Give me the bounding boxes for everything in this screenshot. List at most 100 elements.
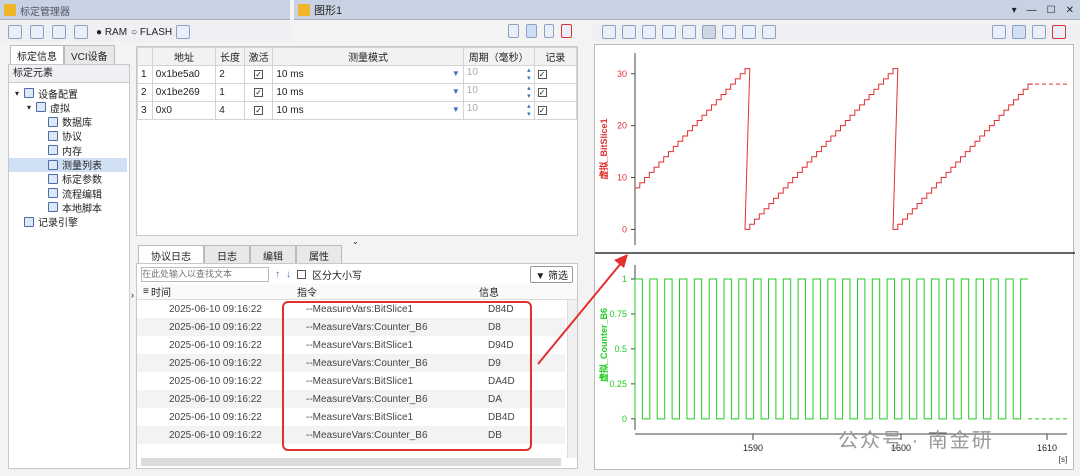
spinner-icon[interactable]: ▴ ▾: [527, 67, 531, 83]
device-icon[interactable]: [74, 25, 88, 39]
tree-item[interactable]: 流程编辑: [9, 186, 127, 201]
menu-dropdown-button[interactable]: ▾: [1012, 5, 1017, 16]
minimize-button[interactable]: —: [1027, 5, 1037, 16]
active-checkbox[interactable]: ✓: [254, 106, 264, 115]
refresh-icon[interactable]: [742, 25, 756, 39]
record-checkbox[interactable]: ✓: [537, 70, 547, 79]
axis-tool-6-icon[interactable]: [722, 25, 736, 39]
log-col-time[interactable]: 时间: [151, 284, 297, 299]
bottom-tab[interactable]: 协议日志: [138, 245, 204, 265]
active-cell[interactable]: ✓: [243, 101, 274, 120]
search-input[interactable]: [141, 266, 269, 282]
active-cell[interactable]: ✓: [243, 83, 274, 102]
axis-tool-5-icon[interactable]: [682, 25, 696, 39]
arrow-up-icon[interactable]: ↑: [275, 269, 280, 280]
flash-radio[interactable]: ○ FLASH: [131, 27, 172, 38]
maximize-button[interactable]: ☐: [1047, 5, 1056, 16]
len-cell[interactable]: 4: [215, 101, 245, 120]
chart-play-icon[interactable]: [992, 25, 1006, 39]
log-col-cmd[interactable]: 指令: [297, 284, 479, 299]
active-checkbox[interactable]: ✓: [254, 88, 264, 97]
measure-row[interactable]: 2 0x1be269 1 ✓ 10 ms ▼ 10 ▴ ▾ ✓: [137, 83, 578, 102]
bluetooth-icon[interactable]: [30, 25, 44, 39]
period-cell[interactable]: 10 ▴ ▾: [462, 83, 535, 102]
addr-cell[interactable]: 0x1be269: [151, 83, 217, 102]
measure-row[interactable]: 1 0x1be5a0 2 ✓ 10 ms ▼ 10 ▴ ▾ ✓: [137, 65, 578, 84]
axis-tool-4-icon[interactable]: [662, 25, 676, 39]
splitter-handle[interactable]: ⌄: [352, 237, 359, 246]
case-checkbox[interactable]: [297, 269, 306, 279]
tree-item[interactable]: 记录引擎: [9, 215, 127, 229]
arrow-down-icon[interactable]: ↓: [286, 269, 291, 280]
tree-item[interactable]: 测量列表: [9, 157, 127, 172]
period-cell[interactable]: 10 ▴ ▾: [462, 65, 535, 84]
active-checkbox[interactable]: ✓: [254, 70, 264, 79]
record-checkbox[interactable]: ✓: [537, 106, 547, 115]
bottom-tab[interactable]: 属性: [296, 245, 342, 265]
bottom-tab[interactable]: 日志: [204, 245, 250, 265]
tab-calib-info[interactable]: 标定信息: [10, 45, 64, 65]
eraser-icon[interactable]: [762, 25, 776, 39]
export-icon[interactable]: [525, 24, 537, 38]
measure-col-header[interactable]: 周期（毫秒）: [462, 47, 535, 66]
ram-radio[interactable]: ● RAM: [96, 27, 127, 38]
close-button[interactable]: ✕: [1066, 5, 1074, 16]
measure-col-header[interactable]: 长度: [215, 47, 245, 66]
dropdown-arrow-icon[interactable]: ▼: [452, 87, 460, 96]
tree-item[interactable]: 数据库: [9, 115, 127, 129]
record-cell[interactable]: ✓: [533, 101, 578, 120]
filter-button[interactable]: ▼ 筛选: [530, 265, 573, 283]
chart-bookmark-icon[interactable]: [1032, 25, 1046, 39]
collapse-arrow[interactable]: ›: [131, 290, 134, 300]
tab-vci-device[interactable]: VCI设备: [64, 45, 115, 65]
expand-toggle-icon[interactable]: ▾: [15, 89, 24, 98]
tree-item[interactable]: 本地脚本: [9, 200, 127, 215]
len-cell[interactable]: 2: [215, 65, 245, 84]
tree-item[interactable]: ▾ 虚拟: [9, 100, 127, 115]
play-icon[interactable]: [508, 24, 519, 38]
y-label-2: 虚拟_Counter_B6: [598, 308, 609, 382]
log-col-info[interactable]: 信息: [479, 284, 499, 299]
doc-icon[interactable]: [176, 25, 191, 39]
measure-row[interactable]: 3 0x0 4 ✓ 10 ms ▼ 10 ▴ ▾ ✓: [137, 101, 578, 120]
spinner-icon[interactable]: ▴ ▾: [527, 103, 531, 119]
user-icon[interactable]: [52, 25, 66, 39]
tree-item[interactable]: 协议: [9, 129, 127, 143]
tree-item[interactable]: 内存: [9, 143, 127, 158]
expand-toggle-icon[interactable]: ▾: [27, 103, 36, 112]
axis-tool-3-icon[interactable]: [642, 25, 656, 39]
addr-cell[interactable]: 0x1be5a0: [151, 65, 217, 84]
period-cell[interactable]: 10 ▴ ▾: [462, 101, 535, 120]
log-scrollbar[interactable]: [567, 300, 577, 458]
measure-col-header[interactable]: [137, 47, 153, 66]
spinner-icon[interactable]: ▴ ▾: [527, 85, 531, 101]
record-checkbox[interactable]: ✓: [537, 88, 547, 97]
mode-cell[interactable]: 10 ms ▼: [272, 65, 464, 84]
len-cell[interactable]: 1: [215, 83, 245, 102]
cursor-icon[interactable]: [702, 25, 716, 39]
measure-col-header[interactable]: 激活: [243, 47, 274, 66]
axis-tool-2-icon[interactable]: [622, 25, 636, 39]
bottom-tab[interactable]: 编辑: [250, 245, 296, 265]
record-cell[interactable]: ✓: [533, 65, 578, 84]
active-cell[interactable]: ✓: [243, 65, 274, 84]
tree-item[interactable]: 标定参数: [9, 172, 127, 186]
dropdown-arrow-icon[interactable]: ▼: [452, 69, 460, 78]
link-icon[interactable]: [8, 25, 22, 39]
log-hscrollbar[interactable]: [141, 458, 561, 466]
measure-col-header[interactable]: 记录: [533, 47, 578, 66]
measure-col-header[interactable]: 测量模式: [272, 47, 464, 66]
dropdown-arrow-icon[interactable]: ▼: [452, 105, 460, 114]
tree-item[interactable]: ▾ 设备配置: [9, 86, 127, 101]
log-col-menu-icon[interactable]: ≡: [137, 286, 151, 297]
bookmark-icon[interactable]: [543, 24, 555, 38]
chart-export-icon[interactable]: [1012, 25, 1026, 39]
measure-col-header[interactable]: 地址: [151, 47, 217, 66]
mode-cell[interactable]: 10 ms ▼: [272, 83, 464, 102]
axis-tool-1-icon[interactable]: [602, 25, 616, 39]
addr-cell[interactable]: 0x0: [151, 101, 217, 120]
record-cell[interactable]: ✓: [533, 83, 578, 102]
delete-icon[interactable]: [561, 24, 572, 38]
mode-cell[interactable]: 10 ms ▼: [272, 101, 464, 120]
chart-delete-icon[interactable]: [1052, 25, 1066, 39]
